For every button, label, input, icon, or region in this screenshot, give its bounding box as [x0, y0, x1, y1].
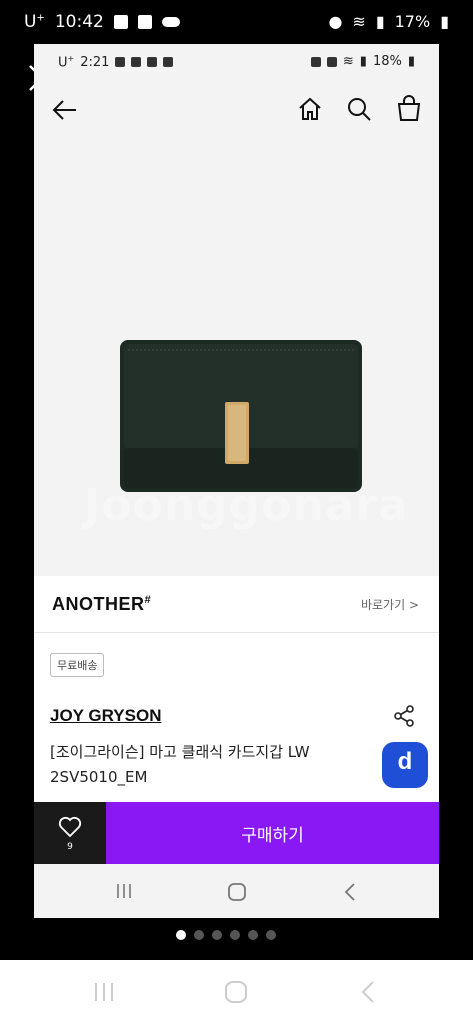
- outer-nav-bar: [0, 960, 473, 1024]
- battery-icon: ▮: [440, 12, 449, 31]
- brand-row[interactable]: ANOTHER# 바로가기 >: [34, 576, 439, 633]
- alarm-icon: [310, 56, 321, 67]
- d-chat-button[interactable]: d: [382, 742, 428, 788]
- recents-icon[interactable]: [114, 882, 134, 900]
- pager-dot[interactable]: [194, 930, 204, 940]
- inner-nav-bar: [34, 864, 439, 918]
- share-icon[interactable]: [392, 704, 416, 728]
- buy-button[interactable]: 구매하기: [106, 802, 439, 864]
- pager-dots: [176, 930, 276, 940]
- checkbox-notification-icon: [115, 57, 126, 68]
- cloud-icon: [161, 17, 180, 27]
- pager-dot[interactable]: [248, 930, 258, 940]
- wifi-icon: ≋: [352, 12, 366, 31]
- bag-notification-icon: [147, 57, 158, 68]
- image-notification-icon: [163, 57, 174, 68]
- free-shipping-badge: 무료배송: [50, 653, 105, 677]
- signal-icon: ▮: [375, 12, 385, 31]
- product-title: [조이그라이슨] 마고 클래식 카드지갑 LW 2SV5010_EM: [50, 743, 310, 786]
- image-notification-icon: [137, 15, 152, 29]
- home-icon[interactable]: [298, 96, 322, 122]
- back-arrow-icon[interactable]: [52, 98, 78, 122]
- d-label: d: [397, 748, 413, 775]
- battery-text: 17%: [394, 12, 431, 31]
- home-nav-icon[interactable]: [227, 882, 247, 902]
- like-count: 9: [67, 842, 73, 852]
- inner-carrier: U+: [58, 54, 75, 71]
- checkbox-notification-icon: [113, 15, 128, 29]
- inner-screenshot: U+ 2:21 ≋ ▮ 18% ▮ Joonggonara ANOTHER# 바…: [34, 44, 439, 918]
- inner-battery-text: 18%: [372, 54, 402, 69]
- carrier-label: U+: [24, 12, 45, 32]
- shopping-bag-icon[interactable]: [396, 94, 422, 122]
- inner-status-bar: U+ 2:21 ≋ ▮ 18% ▮: [34, 44, 439, 80]
- like-button[interactable]: 9: [34, 802, 106, 864]
- battery-icon: ▮: [407, 54, 415, 69]
- signal-icon: ▮: [359, 54, 367, 69]
- heart-icon: [58, 816, 82, 838]
- wifi-icon: ≋: [342, 54, 354, 69]
- pager-dot[interactable]: [176, 930, 186, 940]
- search-icon[interactable]: [346, 96, 372, 122]
- location-icon: ●: [328, 12, 343, 31]
- mute-icon: [326, 56, 337, 67]
- pager-dot[interactable]: [212, 930, 222, 940]
- brand-name: ANOTHER#: [52, 594, 152, 614]
- back-nav-icon[interactable]: [360, 980, 376, 1004]
- product-image: Joonggonara: [34, 140, 439, 576]
- home-nav-icon[interactable]: [224, 980, 248, 1004]
- brand-shortcut-link[interactable]: 바로가기 >: [361, 596, 419, 613]
- status-time: 10:42: [54, 12, 104, 32]
- purchase-bar: 9 구매하기: [34, 802, 439, 864]
- app-bar: [34, 80, 439, 140]
- pager-dot[interactable]: [266, 930, 276, 940]
- inner-time: 2:21: [80, 54, 110, 70]
- product-brand[interactable]: JOY GRYSON: [50, 706, 161, 726]
- card-notification-icon: [131, 57, 142, 68]
- outer-status-bar: U+ 10:42 ● ≋ ▮ 17% ▮: [0, 0, 473, 44]
- card-wallet-image: [120, 340, 362, 492]
- recents-icon[interactable]: [92, 980, 116, 1004]
- back-nav-icon[interactable]: [343, 882, 357, 902]
- watermark: Joonggonara: [84, 480, 409, 531]
- pager-dot[interactable]: [230, 930, 240, 940]
